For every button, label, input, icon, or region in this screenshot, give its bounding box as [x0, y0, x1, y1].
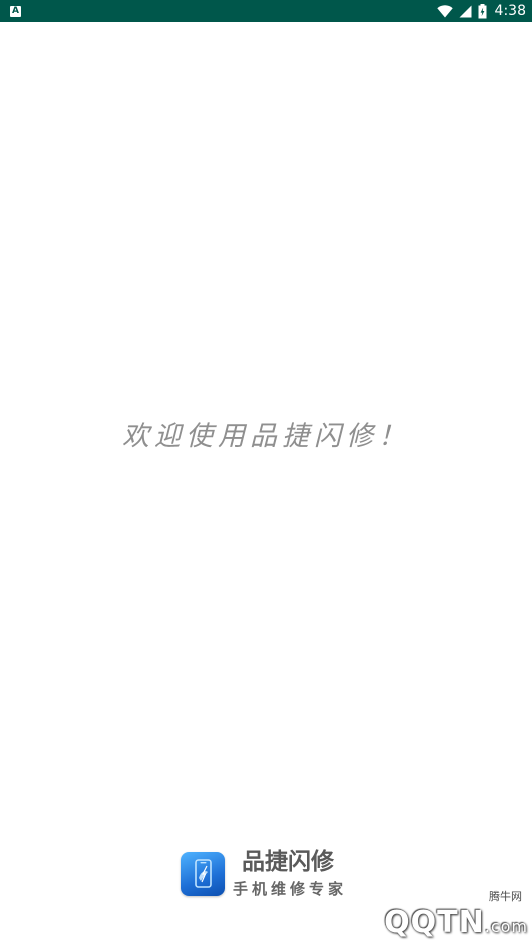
watermark-site-name: 腾牛网 [489, 890, 522, 903]
cell-signal-icon [459, 5, 472, 18]
status-right: 4:38 [436, 3, 526, 19]
status-bar: A 4:38 [0, 0, 532, 22]
wifi-icon [436, 4, 453, 18]
watermark-main-text: QQTN [384, 905, 485, 940]
battery-charging-icon [478, 3, 487, 19]
phone-repair-app-icon [181, 852, 225, 896]
watermark-suffix: .com [484, 917, 528, 936]
welcome-text: 欢迎使用品捷闪修！ [122, 421, 410, 452]
notification-icon: A [10, 5, 21, 17]
watermark: 腾牛网 QQTN.com [318, 884, 528, 944]
splash-screen: A 4:38 欢迎使用品捷闪修！ 品捷闪修 手机维修专家 腾牛网 QQTN.co… [0, 0, 532, 946]
status-left: A [10, 5, 21, 17]
status-time: 4:38 [494, 3, 526, 19]
watermark-logo: QQTN.com [384, 905, 528, 940]
app-name: 品捷闪修 [242, 849, 334, 875]
